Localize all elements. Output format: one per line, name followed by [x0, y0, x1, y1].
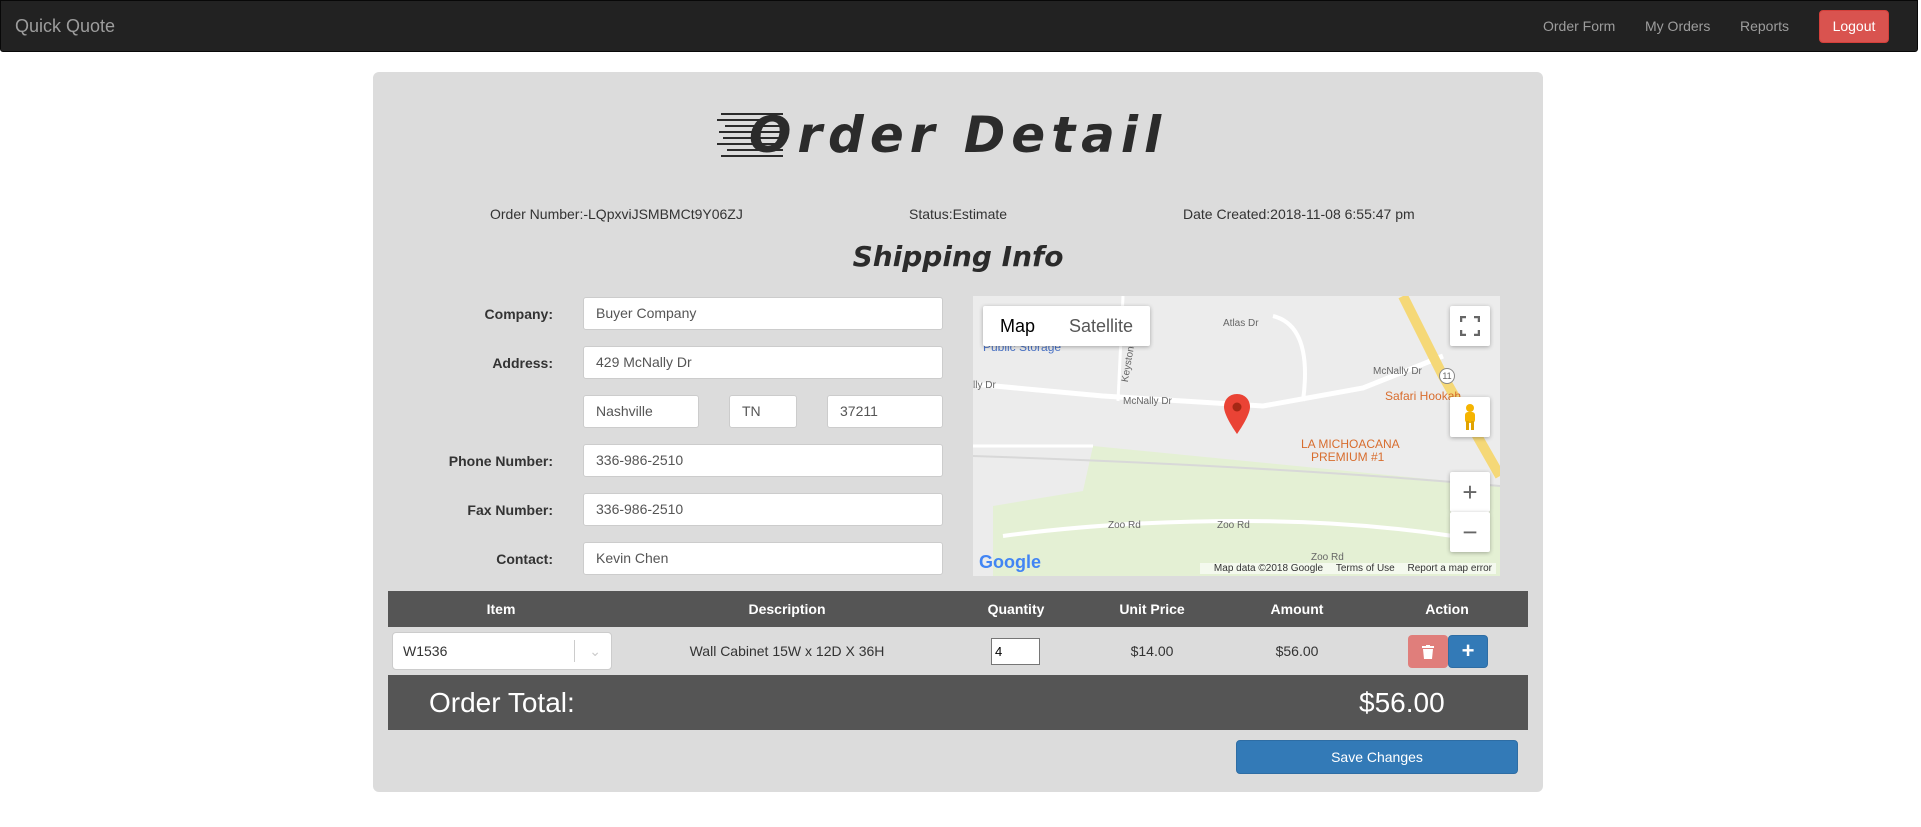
zoom-out-icon[interactable]: −: [1450, 512, 1490, 552]
col-item: Item: [486, 601, 516, 617]
order-total-bar: Order Total: $56.00: [388, 675, 1528, 730]
order-total-label: Order Total:: [429, 687, 575, 718]
item-unit-price: $14.00: [1130, 643, 1174, 659]
table-row: W1536 ⌄ Wall Cabinet 15W x 12D X 36H 4 $…: [388, 627, 1528, 677]
col-quantity: Quantity: [987, 601, 1045, 617]
zip-field[interactable]: 37211: [827, 395, 943, 428]
tab-satellite[interactable]: Satellite: [1052, 306, 1150, 346]
col-action: Action: [1425, 601, 1469, 617]
nav-order-form[interactable]: Order Form: [1543, 18, 1615, 34]
report-map-error-link[interactable]: Report a map error: [1408, 563, 1492, 574]
order-number: Order Number:-LQpxviJSMBMCt9Y06ZJ: [490, 206, 743, 222]
page-title-text: Order Detail: [748, 106, 1168, 164]
route-11-shield: 11: [1439, 368, 1455, 384]
pegman-icon[interactable]: [1450, 397, 1490, 437]
location-map[interactable]: Atlas Dr McNally Dr McNally Dr lly Dr Ke…: [973, 296, 1500, 576]
item-amount: $56.00: [1275, 643, 1319, 659]
map-footer: Map data ©2018 Google Terms of Use Repor…: [1199, 563, 1496, 574]
col-description: Description: [748, 601, 826, 617]
order-detail-panel: Order Detail Order Number:-LQpxviJSMBMCt…: [373, 72, 1543, 792]
fax-field[interactable]: 336-986-2510: [583, 493, 943, 526]
col-amount: Amount: [1270, 601, 1324, 617]
page-title: Order Detail: [716, 100, 1187, 170]
fax-label: Fax Number:: [467, 502, 553, 518]
brand-link[interactable]: Quick Quote: [15, 16, 115, 37]
delete-item-button[interactable]: [1408, 635, 1448, 668]
map-data-text: Map data ©2018 Google: [1213, 563, 1324, 574]
state-field[interactable]: TN: [729, 395, 797, 428]
order-date: Date Created:2018-11-08 6:55:47 pm: [1183, 206, 1415, 222]
poi-la-michoacana[interactable]: LA MICHOACANA PREMIUM #1: [1301, 438, 1400, 464]
street-mcnally-right: McNally Dr: [1373, 366, 1422, 377]
col-unit-price: Unit Price: [1119, 601, 1185, 617]
company-field[interactable]: Buyer Company: [583, 297, 943, 330]
company-label: Company:: [484, 306, 553, 322]
map-marker-icon[interactable]: [1224, 394, 1250, 434]
terms-of-use-link[interactable]: Terms of Use: [1336, 563, 1395, 574]
street-zoo-rd-3: Zoo Rd: [1311, 552, 1344, 563]
chevron-down-icon: ⌄: [589, 643, 601, 659]
contact-label: Contact:: [496, 551, 553, 567]
map-type-toggle: Map Satellite: [983, 306, 1151, 346]
trash-icon: [1422, 644, 1434, 659]
street-zoo-rd-1: Zoo Rd: [1108, 520, 1141, 531]
order-status: Status:Estimate: [909, 206, 1008, 222]
street-mcnally-left: McNally Dr: [1123, 396, 1172, 407]
plus-icon: +: [1461, 638, 1475, 663]
address-label: Address:: [492, 355, 553, 371]
item-select[interactable]: W1536 ⌄: [392, 632, 612, 670]
street-zoo-rd-2: Zoo Rd: [1217, 520, 1250, 531]
shipping-info-heading: Shipping Info: [852, 240, 1064, 273]
items-table-header: Item Description Quantity Unit Price Amo…: [388, 591, 1528, 627]
phone-label: Phone Number:: [448, 453, 553, 469]
quantity-input[interactable]: 4: [991, 638, 1040, 665]
contact-field[interactable]: Kevin Chen: [583, 542, 943, 575]
add-item-button[interactable]: +: [1448, 635, 1488, 668]
fullscreen-icon[interactable]: [1450, 306, 1490, 346]
logout-button[interactable]: Logout: [1819, 10, 1889, 43]
street-lly-dr: lly Dr: [973, 380, 996, 391]
item-description: Wall Cabinet 15W x 12D X 36H: [689, 643, 885, 659]
item-select-value: W1536: [403, 643, 448, 659]
street-atlas-dr: Atlas Dr: [1223, 318, 1259, 329]
tab-map[interactable]: Map: [983, 306, 1052, 346]
save-changes-button[interactable]: Save Changes: [1236, 740, 1518, 774]
nav-reports[interactable]: Reports: [1740, 18, 1789, 34]
google-logo: Google: [979, 552, 1041, 572]
order-total-value: $56.00: [1359, 687, 1445, 718]
zoom-in-icon[interactable]: +: [1450, 472, 1490, 512]
address-field[interactable]: 429 McNally Dr: [583, 346, 943, 379]
phone-field[interactable]: 336-986-2510: [583, 444, 943, 477]
city-field[interactable]: Nashville: [583, 395, 699, 428]
top-navbar: Quick Quote Order Form My Orders Reports…: [0, 0, 1918, 52]
nav-my-orders[interactable]: My Orders: [1645, 18, 1710, 34]
